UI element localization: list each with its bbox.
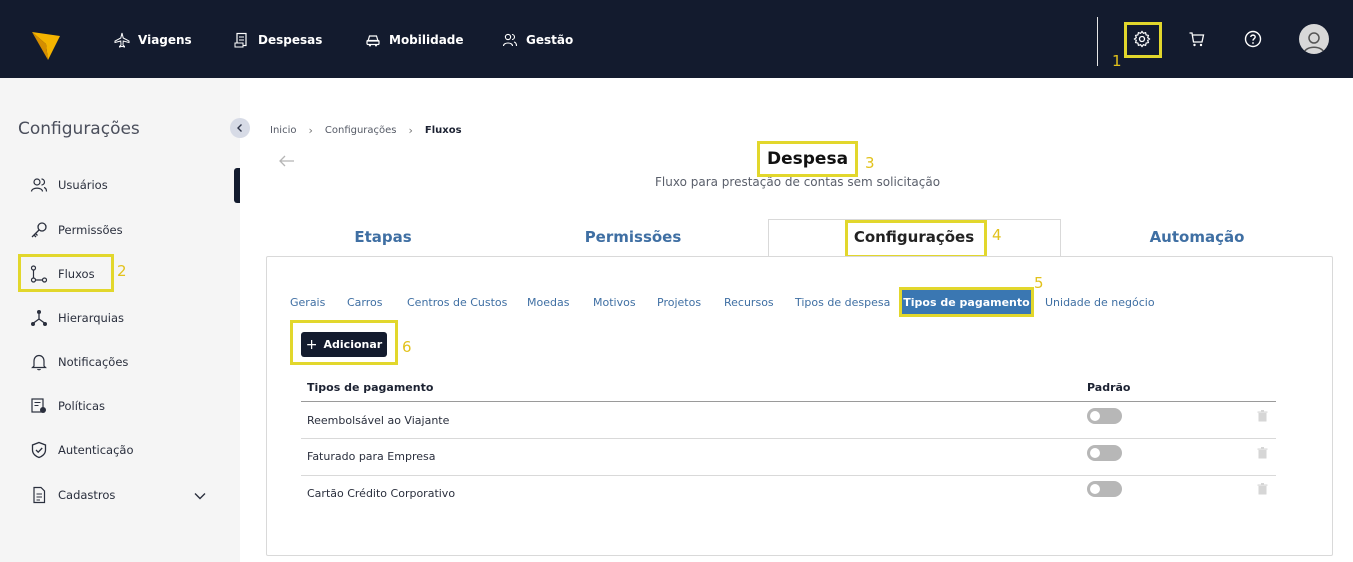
avatar[interactable] [1299, 24, 1329, 54]
policy-icon [31, 398, 46, 413]
document-icon [33, 486, 46, 504]
nav-despesas[interactable]: Despesas [234, 30, 322, 50]
annotation-number-3: 3 [865, 154, 875, 172]
logo[interactable] [32, 26, 60, 60]
sidebar-item-notificacoes[interactable]: Notificações [30, 351, 128, 373]
subtab-gerais[interactable]: Gerais [290, 296, 325, 309]
subtab-centros-de-custos[interactable]: Centros de Custos [407, 296, 507, 309]
sidebar-title: Configurações [18, 119, 140, 139]
annotation-number-5: 5 [1034, 274, 1044, 292]
highlight-box-5 [899, 287, 1034, 317]
nav-gestao[interactable]: Gestão [502, 30, 573, 50]
car-icon [366, 35, 380, 47]
users-icon [30, 178, 48, 192]
table-row-name: Cartão Crédito Corporativo [307, 487, 456, 500]
cart-button[interactable] [1186, 28, 1208, 50]
sidebar-scroll-indicator [234, 168, 240, 203]
receipt-icon [234, 32, 247, 48]
annotation-number-1: 1 [1112, 52, 1122, 70]
subtab-tipos-de-despesa[interactable]: Tipos de despesa [795, 296, 890, 309]
table-row-name: Faturado para Empresa [307, 450, 436, 463]
nav-viagens[interactable]: Viagens [114, 30, 192, 50]
sidebar-item-autenticacao[interactable]: Autenticação [30, 439, 134, 461]
subtab-motivos[interactable]: Motivos [593, 296, 636, 309]
table-row-divider [301, 475, 1276, 476]
subtab-projetos[interactable]: Projetos [657, 296, 701, 309]
sidebar-item-label: Cadastros [58, 488, 116, 502]
column-header-tipos: Tipos de pagamento [307, 381, 434, 394]
annotation-number-4: 4 [992, 226, 1002, 244]
subtab-carros[interactable]: Carros [347, 296, 383, 309]
sidebar-item-hierarquias[interactable]: Hierarquias [30, 307, 124, 329]
sidebar-item-label: Políticas [58, 399, 106, 413]
breadcrumb-fluxos: Fluxos [424, 125, 462, 136]
annotation-number-6: 6 [402, 338, 412, 356]
sidebar-item-label: Notificações [58, 355, 129, 369]
key-icon [31, 222, 47, 238]
help-icon [1244, 30, 1262, 48]
sidebar-item-label: Autenticação [58, 443, 134, 457]
nav-mobilidade-label: Mobilidade [389, 33, 464, 47]
highlight-box-1 [1124, 22, 1162, 58]
table-row-name: Reembolsável ao Viajante [307, 414, 450, 427]
default-toggle[interactable] [1087, 445, 1122, 461]
breadcrumb-inicio[interactable]: Inicio [270, 125, 296, 136]
sidebar-item-label: Hierarquias [58, 311, 125, 325]
plane-icon [114, 32, 130, 48]
nav-viagens-label: Viagens [138, 33, 192, 47]
column-header-padrao: Padrão [1087, 381, 1131, 394]
sidebar-item-label: Permissões [58, 223, 123, 237]
help-button[interactable] [1242, 28, 1264, 50]
default-toggle[interactable] [1087, 481, 1122, 497]
shield-icon [31, 441, 47, 459]
back-arrow-icon[interactable] [278, 152, 296, 170]
page-subtitle: Fluxo para prestação de contas sem solic… [655, 175, 941, 189]
bell-icon [31, 354, 47, 371]
subtab-moedas[interactable]: Moedas [527, 296, 569, 309]
subtab-unidade-de-negocio[interactable]: Unidade de negócio [1045, 296, 1155, 309]
sidebar-item-usuarios[interactable]: Usuários [30, 174, 108, 196]
nav-gestao-label: Gestão [526, 33, 574, 47]
breadcrumb-configuracoes[interactable]: Configurações [325, 125, 397, 136]
sidebar-collapse-button[interactable] [230, 118, 250, 138]
highlight-box-6 [290, 320, 398, 365]
users-icon [502, 33, 518, 47]
default-toggle[interactable] [1087, 408, 1122, 424]
breadcrumb: Inicio › Configurações › Fluxos [270, 124, 462, 137]
sidebar-item-label: Usuários [58, 178, 108, 192]
chevron-down-icon[interactable] [193, 489, 207, 503]
table-header-divider [301, 401, 1276, 402]
sidebar-item-cadastros[interactable]: Cadastros [30, 484, 115, 506]
annotation-number-2: 2 [117, 262, 127, 280]
sidebar-item-permissoes[interactable]: Permissões [30, 219, 123, 241]
tab-etapas[interactable]: Etapas [268, 228, 498, 246]
cart-icon [1189, 32, 1205, 47]
chevron-left-icon [237, 124, 242, 132]
nav-divider [1097, 17, 1098, 66]
nav-despesas-label: Despesas [258, 33, 323, 47]
highlight-box-2 [18, 254, 114, 292]
user-avatar-icon [1303, 32, 1325, 54]
table-row-divider [301, 438, 1276, 439]
subtab-recursos[interactable]: Recursos [724, 296, 774, 309]
sidebar-item-politicas[interactable]: Políticas [30, 395, 105, 417]
trash-icon[interactable] [1257, 447, 1268, 459]
trash-icon[interactable] [1257, 410, 1268, 422]
highlight-box-3 [757, 141, 858, 177]
nav-mobilidade[interactable]: Mobilidade [365, 30, 464, 50]
trash-icon[interactable] [1257, 483, 1268, 495]
chevron-right-icon: › [308, 124, 313, 137]
tab-automacao[interactable]: Automação [1082, 228, 1312, 246]
hierarchy-icon [31, 310, 47, 326]
tab-permissoes[interactable]: Permissões [518, 228, 748, 246]
highlight-box-4 [845, 220, 987, 258]
chevron-right-icon: › [408, 124, 413, 137]
